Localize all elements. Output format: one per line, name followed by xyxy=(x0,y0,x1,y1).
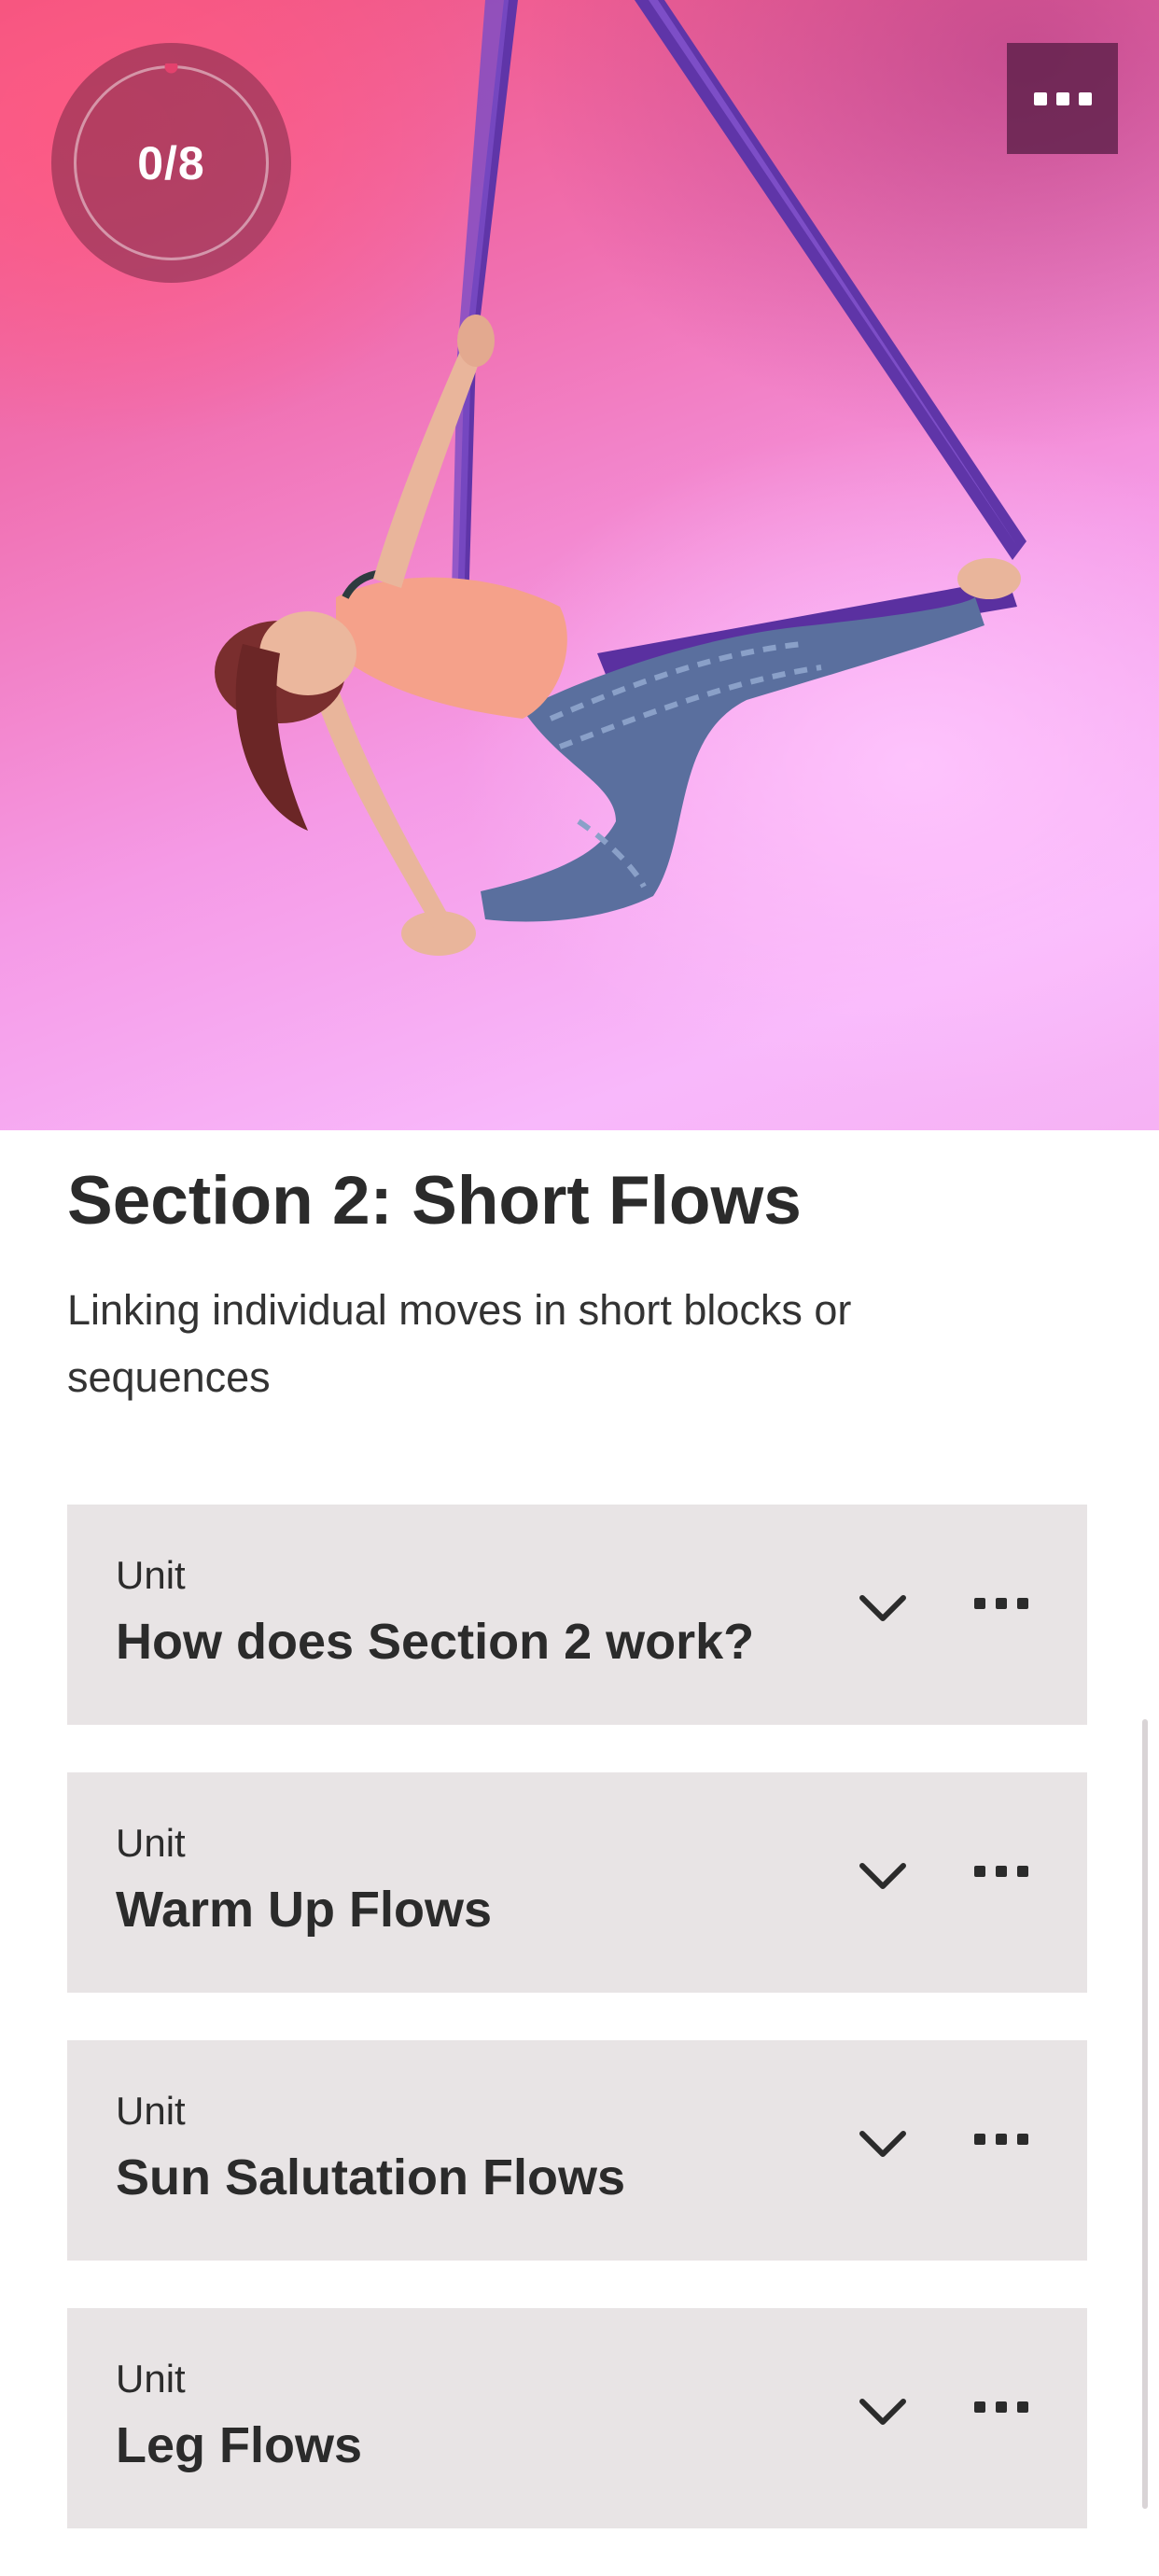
hero-image: 0/8 xyxy=(0,0,1159,1130)
chevron-down-icon[interactable] xyxy=(855,1847,911,1903)
more-dot xyxy=(996,2401,1007,2413)
unit-title: Sun Salutation Flows xyxy=(116,2149,626,2205)
unit-title: Leg Flows xyxy=(116,2417,363,2473)
more-dot xyxy=(996,1598,1007,1609)
more-horizontal-icon xyxy=(974,2401,985,2413)
unit-card[interactable]: Unit Warm Up Flows xyxy=(67,1772,1087,1993)
more-horizontal-icon xyxy=(974,1598,985,1609)
unit-more-button[interactable] xyxy=(974,2401,1028,2413)
unit-list: Unit How does Section 2 work? Unit Warm … xyxy=(67,1505,1087,2576)
silk-right-highlight xyxy=(649,0,1017,546)
more-dot xyxy=(996,1866,1007,1877)
more-dot xyxy=(1017,1866,1028,1877)
unit-more-button[interactable] xyxy=(974,1866,1028,1877)
unit-kicker: Unit xyxy=(116,2089,186,2133)
more-dot xyxy=(1017,2134,1028,2145)
chevron-down-icon[interactable] xyxy=(855,2383,911,2439)
right-foot xyxy=(957,558,1021,599)
section-description: Linking individual moves in short blocks… xyxy=(67,1286,852,1401)
unit-kicker: Unit xyxy=(116,2357,186,2401)
more-dot xyxy=(996,2134,1007,2145)
unit-card[interactable]: Unit Sun Salutation Flows xyxy=(67,2040,1087,2261)
more-horizontal-icon xyxy=(974,2134,985,2145)
silk-right-strand xyxy=(635,0,1026,560)
unit-card[interactable]: Unit How does Section 2 work? xyxy=(67,1505,1087,1725)
tank-top xyxy=(336,577,567,719)
more-options-button[interactable] xyxy=(1007,43,1118,154)
more-dot xyxy=(1055,91,1069,105)
unit-title: How does Section 2 work? xyxy=(116,1614,755,1670)
scrollbar[interactable] xyxy=(1142,1719,1148,2509)
unit-kicker: Unit xyxy=(116,1821,186,1865)
unit-kicker: Unit xyxy=(116,1553,186,1597)
progress-count: 0/8 xyxy=(137,136,205,189)
chevron-down-icon[interactable] xyxy=(855,1579,911,1635)
unit-card[interactable]: Unit Leg Flows xyxy=(67,2308,1087,2528)
more-horizontal-icon xyxy=(1033,91,1047,105)
more-horizontal-icon xyxy=(974,1866,985,1877)
more-dot xyxy=(1017,2401,1028,2413)
more-dot xyxy=(1078,91,1092,105)
chevron-down-icon[interactable] xyxy=(855,2115,911,2171)
unit-more-button[interactable] xyxy=(974,2134,1028,2145)
section-title: Section 2: Short Flows xyxy=(67,1163,802,1239)
unit-more-button[interactable] xyxy=(974,1598,1028,1609)
progress-badge: 0/8 xyxy=(51,43,291,283)
hand-on-silk xyxy=(457,315,495,367)
unit-title: Warm Up Flows xyxy=(116,1882,493,1938)
more-dot xyxy=(1017,1598,1028,1609)
